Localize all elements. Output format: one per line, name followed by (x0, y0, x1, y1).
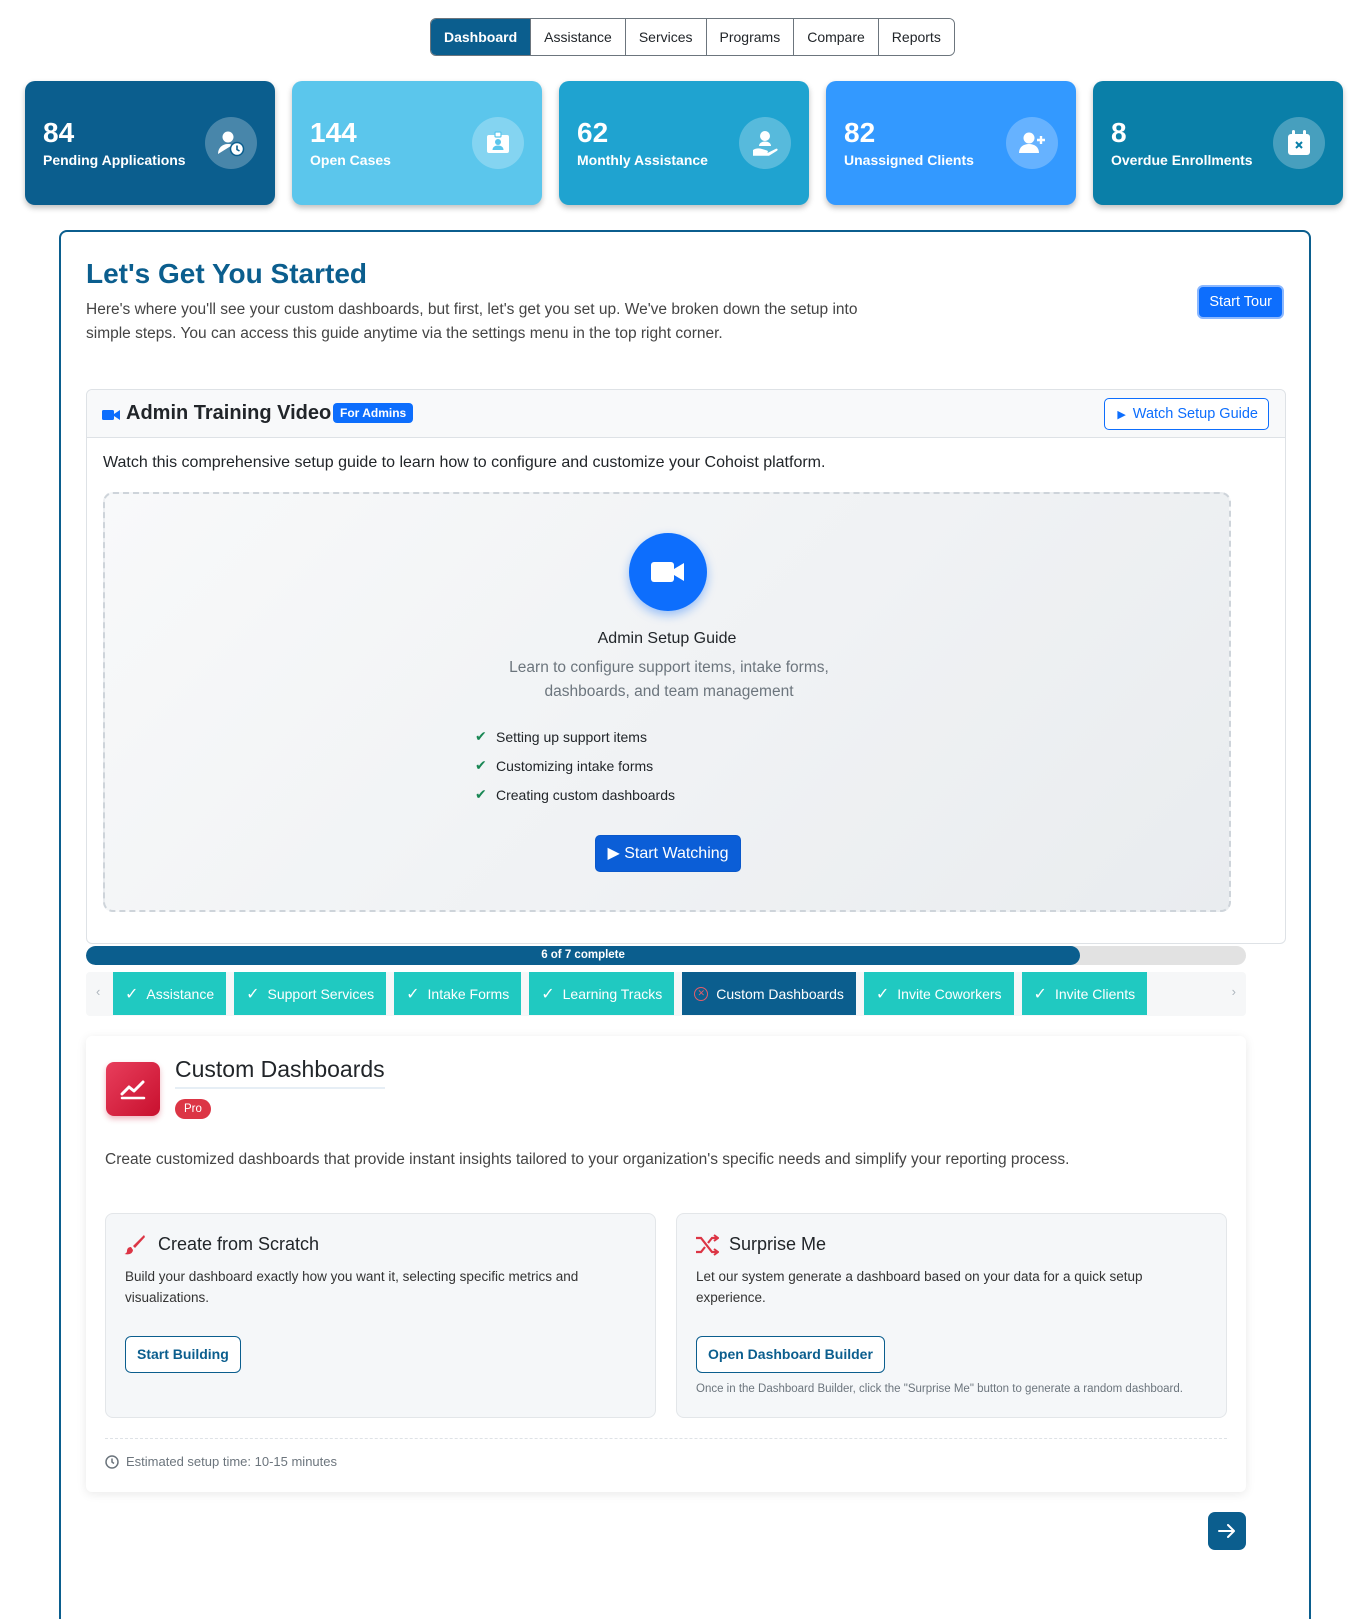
video-camera-icon (102, 408, 120, 426)
training-title: Admin Training Video (126, 402, 332, 424)
open-dashboard-builder-button[interactable]: Open Dashboard Builder (696, 1336, 885, 1373)
check-icon: ✔ (475, 786, 487, 802)
option-title: Create from Scratch (158, 1234, 320, 1254)
check-icon: ✓ (1033, 985, 1047, 1003)
stat-card-monthly-assistance[interactable]: 62 Monthly Assistance (559, 81, 809, 205)
tab-reports[interactable]: Reports (878, 19, 954, 55)
check-icon: ✓ (406, 985, 420, 1003)
option-note: Once in the Dashboard Builder, click the… (696, 1383, 1183, 1395)
calendar-x-icon (1273, 117, 1325, 169)
page-subtitle: Here's where you'll see your custom dash… (86, 301, 858, 342)
step-invite-coworkers[interactable]: ✓ Invite Coworkers (863, 972, 1014, 1015)
panel-title: Custom Dashboards (175, 1056, 385, 1089)
hand-holding-user-icon (739, 117, 791, 169)
play-icon: ▶ (1117, 409, 1126, 421)
start-tour-button[interactable]: Start Tour (1197, 285, 1284, 319)
checklist-item: ✔ Creating custom dashboards (475, 786, 675, 803)
stat-cards: 84 Pending Applications 144 Open Cases 6… (25, 81, 1343, 205)
start-building-button[interactable]: Start Building (125, 1336, 241, 1373)
option-description: Let our system generate a dashboard base… (696, 1269, 1143, 1305)
custom-dashboards-panel: Custom Dashboards Pro Create customized … (86, 1036, 1246, 1492)
training-card-header: Admin Training Video For Admins ▶ Watch S… (87, 390, 1285, 438)
shuffle-icon (695, 1234, 720, 1261)
stat-card-unassigned-clients[interactable]: 82 Unassigned Clients (826, 81, 1076, 205)
next-step-button[interactable] (1208, 1512, 1246, 1550)
stat-label: Unassigned Clients (844, 152, 974, 168)
start-watching-button[interactable]: ▶ Start Watching (595, 835, 741, 872)
chevron-left-icon[interactable]: ‹ (96, 984, 100, 999)
check-icon: ✔ (475, 757, 487, 773)
checklist-item: ✔ Setting up support items (475, 728, 647, 745)
getting-started-frame: Let's Get You Started Here's where you'l… (59, 230, 1311, 1619)
stat-value: 82 (844, 117, 876, 148)
step-custom-dashboards[interactable]: ✕ Custom Dashboards (682, 972, 856, 1015)
step-assistance[interactable]: ✓ Assistance (113, 972, 227, 1015)
panel-description: Create customized dashboards that provid… (105, 1151, 1070, 1168)
stat-card-overdue-enrollments[interactable]: 8 Overdue Enrollments (1093, 81, 1343, 205)
id-card-icon (472, 117, 524, 169)
option-title: Surprise Me (729, 1234, 827, 1254)
check-icon: ✓ (246, 985, 260, 1003)
option-create-from-scratch: Create from Scratch Build your dashboard… (105, 1213, 656, 1418)
video-camera-icon[interactable] (629, 533, 707, 611)
check-icon: ✔ (475, 728, 487, 744)
video-title: Admin Setup Guide (597, 630, 737, 647)
setup-progress-bar: 6 of 7 complete (86, 946, 1246, 965)
chevron-right-icon[interactable]: › (1232, 984, 1236, 999)
paint-brush-icon (124, 1234, 146, 1261)
stat-label: Monthly Assistance (577, 152, 708, 168)
stat-label: Overdue Enrollments (1111, 152, 1253, 168)
top-nav: Dashboard Assistance Services Programs C… (430, 18, 955, 56)
chart-line-icon (106, 1062, 160, 1116)
steps-list: ✓ Assistance ✓ Support Services ✓ Intake Fo… (113, 972, 1148, 1015)
stat-value: 144 (310, 117, 357, 148)
pro-badge: Pro (175, 1099, 211, 1119)
stat-value: 84 (43, 117, 75, 148)
page-title: Let's Get You Started (86, 258, 368, 289)
admin-training-card: Admin Training Video For Admins ▶ Watch S… (86, 389, 1286, 944)
incomplete-icon: ✕ (694, 986, 709, 1001)
step-learning-tracks[interactable]: ✓ Learning Tracks (529, 972, 675, 1015)
user-clock-icon (205, 117, 257, 169)
setup-steps: ‹ ✓ Assistance ✓ Support Services ✓ Intake … (86, 972, 1246, 1016)
user-plus-icon (1006, 117, 1058, 169)
checklist-item: ✔ Customizing intake forms (475, 757, 654, 774)
tab-programs[interactable]: Programs (706, 19, 795, 55)
tab-compare[interactable]: Compare (794, 19, 879, 55)
clock-icon (105, 1454, 119, 1469)
tab-services[interactable]: Services (625, 19, 707, 55)
stat-label: Open Cases (310, 152, 391, 168)
progress-fill: 6 of 7 complete (86, 946, 1081, 965)
video-placeholder[interactable]: Admin Setup Guide Learn to configure sup… (103, 492, 1231, 912)
stat-card-pending-applications[interactable]: 84 Pending Applications (25, 81, 275, 205)
video-subtitle: Learn to configure support items, intake… (509, 659, 829, 700)
watch-setup-guide-label: Watch Setup Guide (1132, 406, 1258, 422)
step-invite-clients[interactable]: ✓ Invite Clients (1021, 972, 1148, 1015)
step-support-services[interactable]: ✓ Support Services (234, 972, 387, 1015)
check-icon: ✓ (875, 985, 890, 1003)
tab-dashboard[interactable]: Dashboard (431, 19, 532, 55)
training-description: Watch this comprehensive setup guide to … (103, 454, 826, 471)
check-icon: ✓ (541, 985, 555, 1003)
step-intake-forms[interactable]: ✓ Intake Forms (394, 972, 522, 1015)
stat-value: 8 (1111, 117, 1127, 148)
stat-card-open-cases[interactable]: 144 Open Cases (292, 81, 542, 205)
divider (105, 1438, 1227, 1439)
setup-time-estimate: Estimated setup time: 10-15 minutes (105, 1454, 337, 1469)
tab-assistance[interactable]: Assistance (531, 19, 626, 55)
stat-label: Pending Applications (43, 152, 186, 168)
arrow-right-icon (1218, 1524, 1235, 1538)
for-admins-badge: For Admins (333, 403, 414, 423)
option-description: Build your dashboard exactly how you wan… (125, 1269, 579, 1305)
option-surprise-me: Surprise Me Let our system generate a da… (676, 1213, 1227, 1418)
stat-value: 62 (577, 117, 609, 148)
video-checklist: ✔ Setting up support items ✔ Customizing i… (475, 722, 675, 809)
watch-setup-guide-button[interactable]: ▶ Watch Setup Guide (1104, 398, 1269, 430)
check-icon: ✓ (125, 985, 139, 1003)
